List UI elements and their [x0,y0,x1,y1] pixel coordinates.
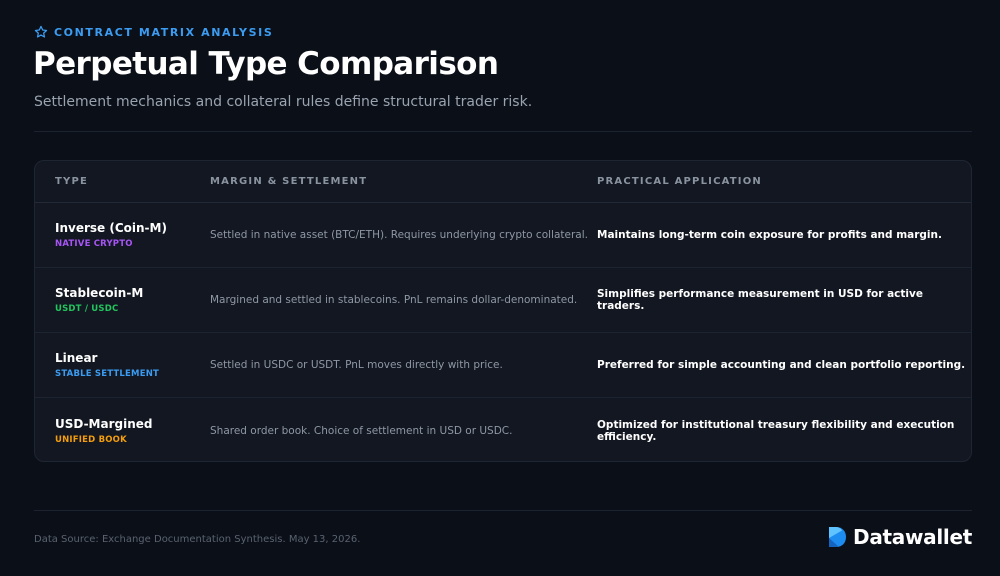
page-title: Perpetual Type Comparison [33,46,499,82]
star-icon [34,25,48,38]
table-row: Linear STABLE SETTLEMENT Settled in USDC… [35,333,971,398]
divider [34,510,972,511]
type-cell: USD-Margined UNIFIED BOOK [35,417,210,445]
application-cell: Preferred for simple accounting and clea… [597,359,966,371]
margin-cell: Settled in native asset (BTC/ETH). Requi… [210,229,588,241]
page-subtitle: Settlement mechanics and collateral rule… [34,94,533,110]
type-name: Stablecoin-M [55,286,144,300]
eyebrow: CONTRACT MATRIX ANALYSIS [34,25,273,39]
table-row: Inverse (Coin-M) NATIVE CRYPTO Settled i… [35,203,971,268]
type-cell: Inverse (Coin-M) NATIVE CRYPTO [35,221,210,249]
datawallet-logo-icon [829,527,847,547]
column-header-application: PRACTICAL APPLICATION [597,176,762,187]
margin-cell: Margined and settled in stablecoins. PnL… [210,294,578,306]
data-source: Data Source: Exchange Documentation Synt… [34,534,361,545]
comparison-table: TYPE MARGIN & SETTLEMENT PRACTICAL APPLI… [34,160,972,462]
table-header: TYPE MARGIN & SETTLEMENT PRACTICAL APPLI… [35,161,971,203]
brand-name: Datawallet [853,525,972,549]
type-tag: UNIFIED BOOK [55,434,127,445]
margin-cell: Settled in USDC or USDT. PnL moves direc… [210,359,503,371]
column-header-type: TYPE [55,176,89,187]
page: CONTRACT MATRIX ANALYSIS Perpetual Type … [0,0,1000,576]
type-cell: Linear STABLE SETTLEMENT [35,351,210,379]
margin-cell: Shared order book. Choice of settlement … [210,424,513,437]
type-cell: Stablecoin-M USDT / USDC [35,286,210,314]
type-name: USD-Margined [55,416,153,431]
table-row: Stablecoin-M USDT / USDC Margined and se… [35,268,971,333]
application-cell: Maintains long-term coin exposure for pr… [597,229,942,241]
type-tag: USDT / USDC [55,304,119,314]
divider [34,131,972,132]
brand-logo: Datawallet [827,525,972,549]
type-name: Inverse (Coin-M) [55,221,167,235]
application-cell: Optimized for institutional treasury fle… [597,418,955,443]
table-row: USD-Margined UNIFIED BOOK Shared order b… [35,398,971,461]
type-name: Linear [55,351,98,365]
type-tag: NATIVE CRYPTO [55,239,133,249]
type-tag: STABLE SETTLEMENT [55,369,160,379]
eyebrow-label: CONTRACT MATRIX ANALYSIS [54,25,274,39]
column-header-margin: MARGIN & SETTLEMENT [210,176,368,187]
application-cell: Simplifies performance measurement in US… [597,288,923,312]
